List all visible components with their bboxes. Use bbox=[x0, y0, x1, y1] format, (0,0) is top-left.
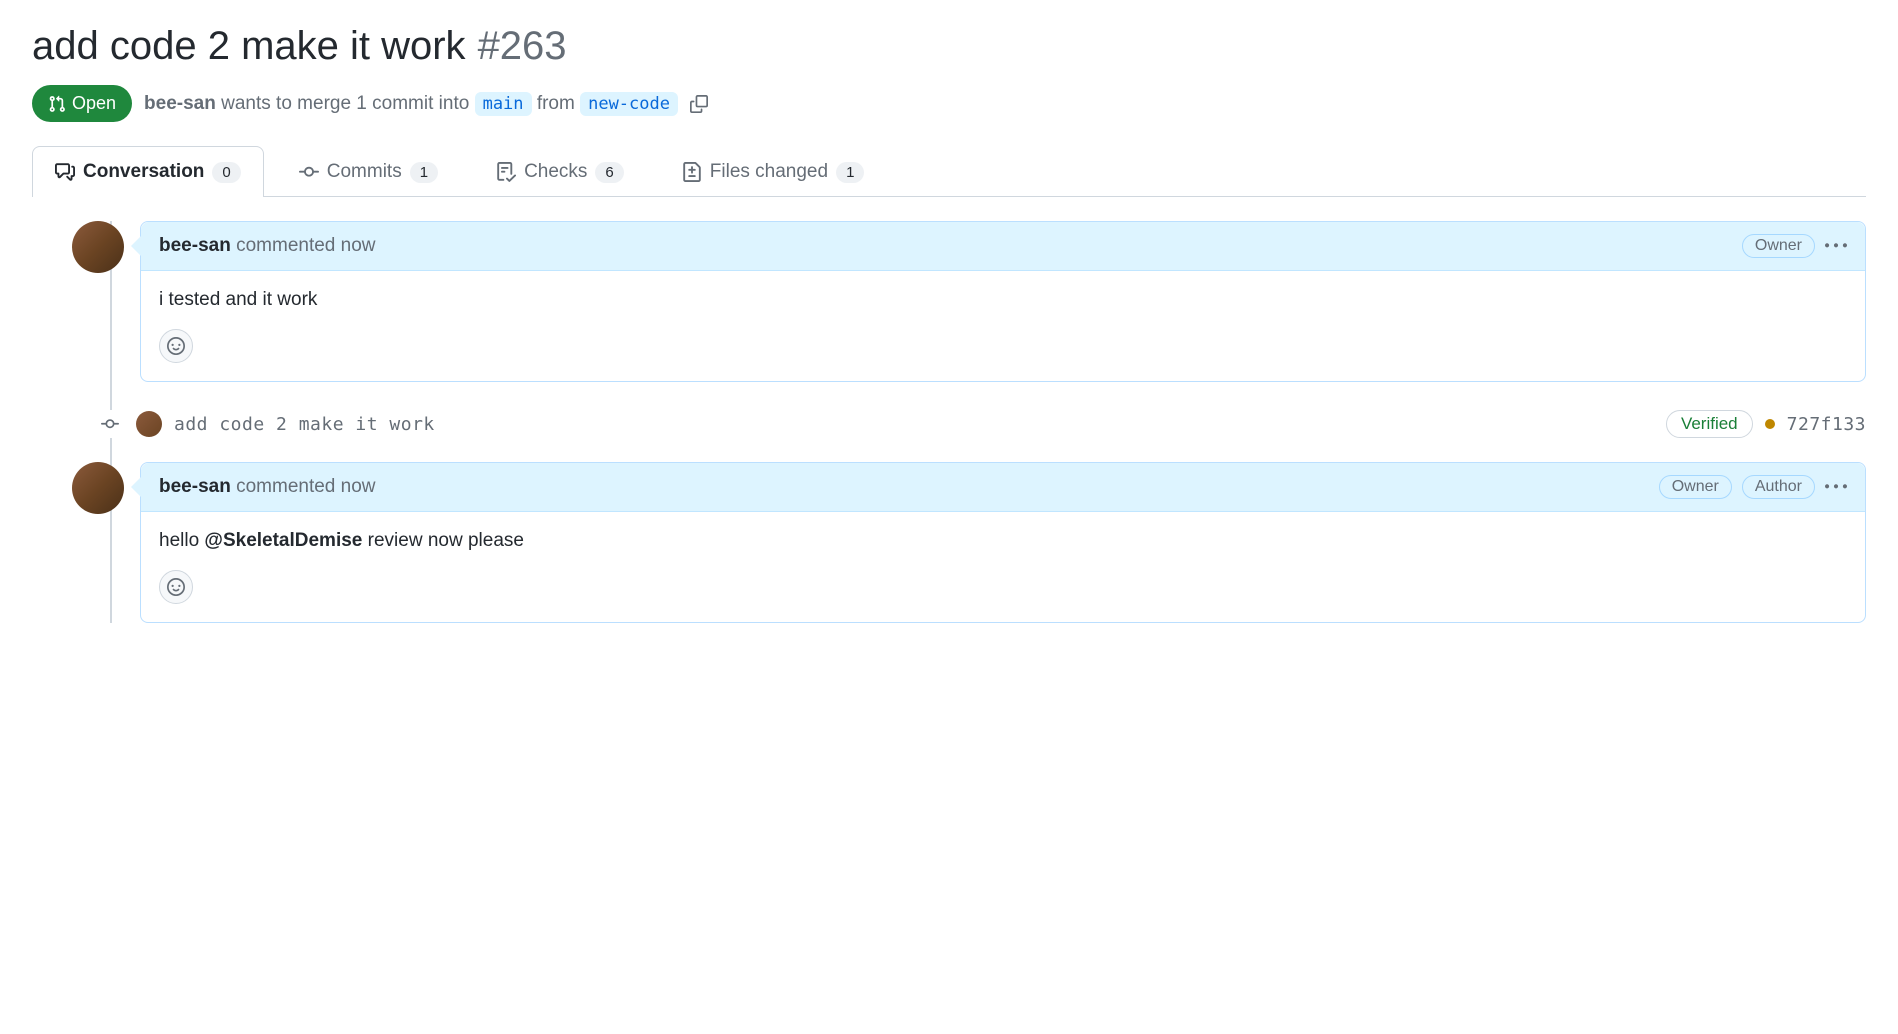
comment-author[interactable]: bee-san bbox=[159, 235, 231, 256]
comment-discussion-icon bbox=[55, 162, 75, 182]
pr-author[interactable]: bee-san bbox=[144, 93, 216, 114]
comment-meta: bee-san commented now bbox=[159, 235, 376, 257]
tab-commits[interactable]: Commits 1 bbox=[276, 146, 461, 197]
tab-conversation-count: 0 bbox=[212, 162, 240, 183]
commit-item: add code 2 make it work Verified 727f133 bbox=[72, 398, 1866, 462]
tab-conversation-label: Conversation bbox=[83, 161, 204, 183]
pr-state-label: Open bbox=[72, 93, 116, 114]
tab-checks-count: 6 bbox=[595, 162, 623, 183]
tab-checks[interactable]: Checks 6 bbox=[473, 146, 647, 197]
avatar[interactable] bbox=[72, 462, 124, 514]
pr-title-row: add code 2 make it work #263 bbox=[32, 24, 1866, 69]
comment-header: bee-san commented now Owner Author bbox=[141, 463, 1865, 512]
comment-author[interactable]: bee-san bbox=[159, 476, 231, 497]
comment-item: bee-san commented now Owner i tested and… bbox=[72, 221, 1866, 382]
tab-files[interactable]: Files changed 1 bbox=[659, 146, 888, 197]
tab-checks-label: Checks bbox=[524, 161, 587, 183]
add-reaction-button[interactable] bbox=[159, 570, 193, 604]
copy-icon[interactable] bbox=[690, 95, 708, 113]
comment-header: bee-san commented now Owner bbox=[141, 222, 1865, 271]
comment-body: hello @SkeletalDemise review now please bbox=[141, 512, 1865, 570]
comment-box: bee-san commented now Owner Author hello… bbox=[140, 462, 1866, 623]
commit-message[interactable]: add code 2 make it work bbox=[174, 414, 1654, 435]
tab-commits-label: Commits bbox=[327, 161, 402, 183]
verified-badge[interactable]: Verified bbox=[1666, 410, 1753, 438]
tab-files-label: Files changed bbox=[710, 161, 828, 183]
pr-tabs: Conversation 0 Commits 1 Checks 6 Files … bbox=[32, 146, 1866, 197]
avatar[interactable] bbox=[136, 411, 162, 437]
base-branch[interactable]: main bbox=[475, 92, 532, 116]
comment-body: i tested and it work bbox=[141, 271, 1865, 329]
git-pull-request-icon bbox=[48, 95, 66, 113]
merge-description: bee-san wants to merge 1 commit into mai… bbox=[144, 93, 678, 115]
kebab-icon[interactable] bbox=[1825, 235, 1847, 257]
avatar[interactable] bbox=[72, 221, 124, 273]
pr-title: add code 2 make it work bbox=[32, 24, 466, 69]
git-commit-icon bbox=[299, 162, 319, 182]
kebab-icon[interactable] bbox=[1825, 476, 1847, 498]
pr-number: #263 bbox=[478, 24, 567, 69]
tab-conversation[interactable]: Conversation 0 bbox=[32, 146, 264, 197]
status-dot-pending[interactable] bbox=[1765, 419, 1775, 429]
git-commit-icon bbox=[101, 415, 119, 433]
commit-marker bbox=[96, 410, 124, 438]
owner-badge: Owner bbox=[1742, 234, 1815, 258]
tab-files-count: 1 bbox=[836, 162, 864, 183]
tab-commits-count: 1 bbox=[410, 162, 438, 183]
add-reaction-button[interactable] bbox=[159, 329, 193, 363]
head-branch[interactable]: new-code bbox=[580, 92, 678, 116]
timeline: bee-san commented now Owner i tested and… bbox=[72, 221, 1866, 623]
commit-sha[interactable]: 727f133 bbox=[1787, 414, 1866, 435]
comment-item: bee-san commented now Owner Author hello… bbox=[72, 462, 1866, 623]
mention[interactable]: @SkeletalDemise bbox=[204, 530, 362, 551]
checklist-icon bbox=[496, 162, 516, 182]
pr-state-badge: Open bbox=[32, 85, 132, 122]
comment-meta: bee-san commented now bbox=[159, 476, 376, 498]
file-diff-icon bbox=[682, 162, 702, 182]
author-badge: Author bbox=[1742, 475, 1815, 499]
owner-badge: Owner bbox=[1659, 475, 1732, 499]
comment-box: bee-san commented now Owner i tested and… bbox=[140, 221, 1866, 382]
pr-meta-row: Open bee-san wants to merge 1 commit int… bbox=[32, 85, 1866, 122]
